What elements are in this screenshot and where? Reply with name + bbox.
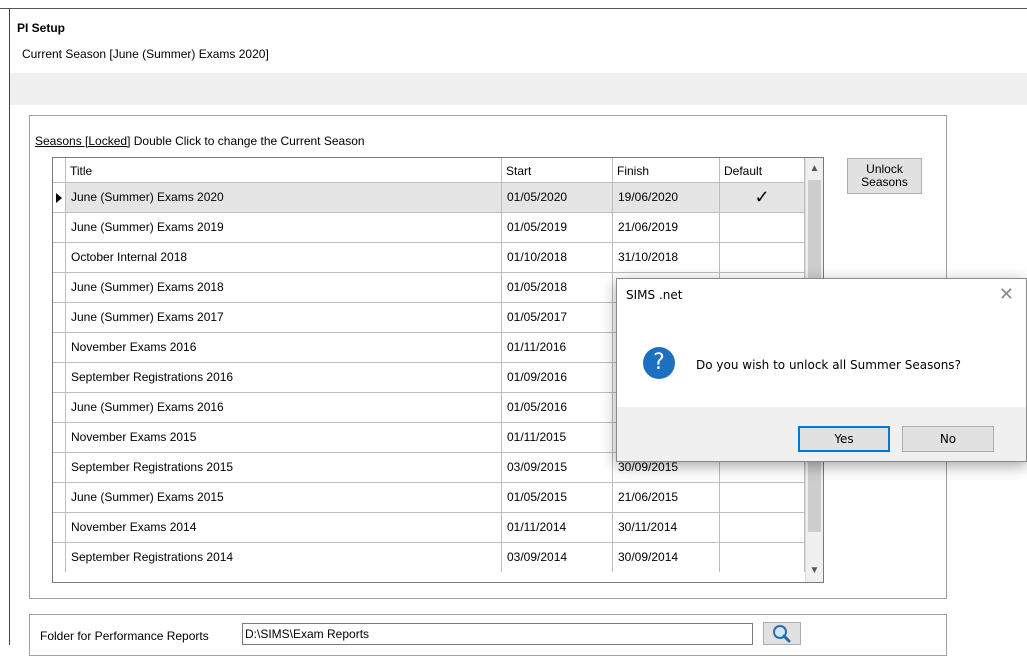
- cell-finish: 19/06/2020: [613, 183, 720, 212]
- table-row[interactable]: October Internal 2018 01/10/2018 31/10/201…: [53, 242, 823, 272]
- cell-title: November Exams 2015: [66, 423, 502, 452]
- row-indicator-cell: [53, 303, 66, 332]
- cell-default: [720, 213, 805, 242]
- row-indicator-cell: [53, 513, 66, 542]
- unlock-button-line2: Seasons: [861, 175, 908, 189]
- table-row[interactable]: June (Summer) Exams 2020 01/05/2020 19/06/…: [53, 182, 823, 212]
- cell-title: June (Summer) Exams 2020: [66, 183, 502, 212]
- row-indicator-cell: [53, 483, 66, 512]
- cell-title: September Registrations 2016: [66, 363, 502, 392]
- cell-start: 01/05/2020: [502, 183, 613, 212]
- cell-finish: 30/09/2014: [613, 543, 720, 572]
- cell-finish: 21/06/2019: [613, 213, 720, 242]
- cell-default: [720, 513, 805, 542]
- cell-default: ✓: [720, 183, 805, 212]
- cell-title: November Exams 2014: [66, 513, 502, 542]
- cell-finish: 31/10/2018: [613, 243, 720, 272]
- page-title: PI Setup: [17, 21, 66, 35]
- row-indicator-cell: [53, 213, 66, 242]
- cell-default: [720, 243, 805, 272]
- cell-start: 01/10/2018: [502, 243, 613, 272]
- cell-title: June (Summer) Exams 2016: [66, 393, 502, 422]
- cell-title: June (Summer) Exams 2019: [66, 213, 502, 242]
- cell-title: June (Summer) Exams 2017: [66, 303, 502, 332]
- unlock-button-line1: Unlock: [866, 162, 903, 176]
- row-indicator-cell: [53, 393, 66, 422]
- folder-path-input[interactable]: [242, 623, 753, 645]
- header-default[interactable]: Default: [720, 158, 805, 182]
- cell-default: [720, 483, 805, 512]
- cell-start: 01/05/2019: [502, 213, 613, 242]
- question-icon: ?: [643, 347, 675, 379]
- seasons-caption: Seasons [Locked] Double Click to change …: [35, 134, 365, 148]
- cell-title: September Registrations 2015: [66, 453, 502, 482]
- toolbar-band: [10, 73, 1027, 105]
- row-indicator-cell: [53, 183, 66, 212]
- cell-start: 03/09/2014: [502, 543, 613, 572]
- browse-folder-button[interactable]: [763, 622, 801, 645]
- cell-title: October Internal 2018: [66, 243, 502, 272]
- yes-button[interactable]: Yes: [798, 426, 890, 452]
- dialog-title: SIMS .net: [626, 288, 683, 302]
- row-indicator-cell: [53, 243, 66, 272]
- row-indicator-cell: [53, 273, 66, 302]
- row-indicator-cell: [53, 423, 66, 452]
- cell-start: 01/05/2016: [502, 393, 613, 422]
- header-start[interactable]: Start: [502, 158, 613, 182]
- window-top-border: [0, 8, 1027, 9]
- row-indicator-cell: [53, 543, 66, 572]
- cell-title: June (Summer) Exams 2015: [66, 483, 502, 512]
- cell-finish: 30/11/2014: [613, 513, 720, 542]
- confirm-dialog: SIMS .net ✕ ? Do you wish to unlock all …: [616, 278, 1027, 462]
- current-row-indicator-icon: [56, 193, 62, 203]
- unlock-seasons-button[interactable]: Unlock Seasons: [847, 158, 922, 194]
- cell-start: 01/05/2015: [502, 483, 613, 512]
- row-indicator-cell: [53, 333, 66, 362]
- cell-default: [720, 543, 805, 572]
- header-finish[interactable]: Finish: [613, 158, 720, 182]
- cell-start: 01/11/2016: [502, 333, 613, 362]
- table-row[interactable]: June (Summer) Exams 2015 01/05/2015 21/06/…: [53, 482, 823, 512]
- header-indicator-cell: [53, 158, 66, 182]
- header-title[interactable]: Title: [66, 158, 502, 182]
- cell-start: 03/09/2015: [502, 453, 613, 482]
- dialog-message: Do you wish to unlock all Summer Seasons…: [696, 358, 961, 372]
- no-button[interactable]: No: [902, 426, 994, 452]
- cell-start: 01/11/2014: [502, 513, 613, 542]
- cell-title: November Exams 2016: [66, 333, 502, 362]
- grid-header: Title Start Finish Default: [53, 158, 823, 182]
- cell-finish: 21/06/2015: [613, 483, 720, 512]
- cell-title: September Registrations 2014: [66, 543, 502, 572]
- scroll-down-icon[interactable]: ▼: [806, 562, 823, 580]
- seasons-locked-label: Seasons [Locked]: [35, 134, 131, 148]
- table-row[interactable]: June (Summer) Exams 2019 01/05/2019 21/06/…: [53, 212, 823, 242]
- cell-title: June (Summer) Exams 2018: [66, 273, 502, 302]
- cell-start: 01/05/2018: [502, 273, 613, 302]
- magnifier-icon: [773, 625, 791, 643]
- seasons-hint-label: Double Click to change the Current Seaso…: [130, 134, 365, 148]
- table-row[interactable]: September Registrations 2014 03/09/2014 30…: [53, 542, 823, 572]
- cell-start: 01/11/2015: [502, 423, 613, 452]
- row-indicator-cell: [53, 453, 66, 482]
- cell-start: 01/05/2017: [502, 303, 613, 332]
- folder-label: Folder for Performance Reports: [40, 629, 209, 643]
- current-season-label: Current Season [June (Summer) Exams 2020…: [22, 47, 269, 61]
- row-indicator-cell: [53, 363, 66, 392]
- cell-start: 01/09/2016: [502, 363, 613, 392]
- scroll-up-icon[interactable]: ▲: [806, 160, 823, 178]
- table-row[interactable]: November Exams 2014 01/11/2014 30/11/2014: [53, 512, 823, 542]
- close-icon[interactable]: ✕: [999, 284, 1014, 305]
